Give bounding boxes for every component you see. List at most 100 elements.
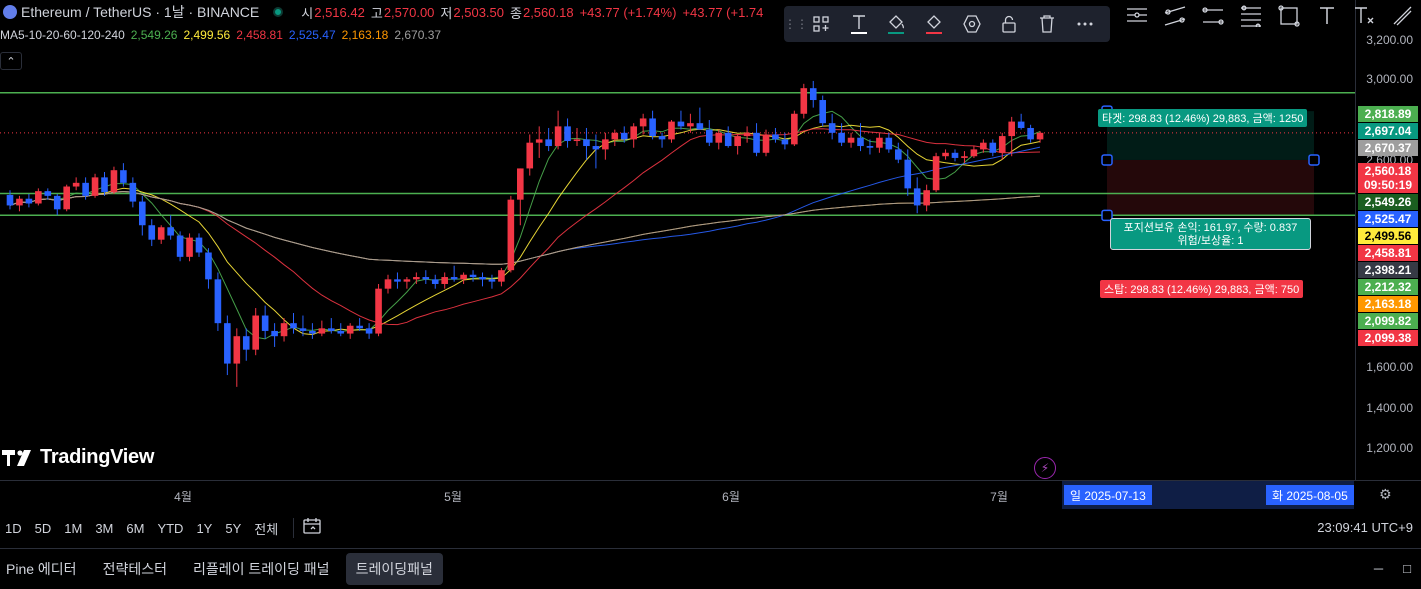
candle-body <box>403 279 411 282</box>
candle-body <box>564 126 571 142</box>
price-label-ma5: 2,549.26 <box>1358 194 1418 210</box>
high-label: 고 <box>370 5 383 21</box>
candle-body <box>337 330 345 334</box>
price-label-ma20: 2,458.81 <box>1358 245 1418 261</box>
range-lines-icon[interactable] <box>1194 4 1232 28</box>
candle-body <box>857 137 864 147</box>
candle-body <box>233 336 241 364</box>
tab-trading-panel[interactable]: 트레이딩패널 <box>345 553 443 585</box>
tab-pine-editor[interactable]: Pine 에디터 <box>0 553 87 585</box>
candle-body <box>847 137 855 143</box>
candle-body <box>923 190 930 206</box>
ma60-line <box>9 146 1041 265</box>
candle-body <box>961 156 968 158</box>
candle-body <box>309 330 316 334</box>
candle-body <box>479 277 486 280</box>
candle-body <box>1017 121 1025 128</box>
candle-body <box>261 315 269 331</box>
ma20-value: 2,458.81 <box>236 28 283 42</box>
candle-body <box>82 182 89 196</box>
candle-body <box>620 132 628 140</box>
horizontal-lines-icon[interactable] <box>1118 4 1156 28</box>
minimize-icon[interactable]: ─ <box>1374 561 1383 576</box>
tradingview-logo[interactable]: TradingView <box>2 446 154 469</box>
candle-body <box>431 279 439 284</box>
ma-legend[interactable]: MA5-10-20-60-120-240 2,549.26 2,499.56 2… <box>0 28 441 42</box>
period-5y-button[interactable]: 5Y <box>219 521 248 536</box>
tab-replay-trading[interactable]: 리플레이 트레이딩 패널 <box>183 553 340 585</box>
candle-body <box>44 191 52 196</box>
ethereum-logo-icon <box>3 5 17 19</box>
collapse-legend-button[interactable]: ⌃ <box>0 52 22 70</box>
candle-body <box>242 336 250 350</box>
candle-body <box>195 237 203 253</box>
month-label: 7월 <box>990 490 1008 504</box>
low-value: 2,503.50 <box>453 4 504 20</box>
drawing-toolbar[interactable]: ⋮⋮ <box>784 6 1110 42</box>
candle-body <box>535 139 543 143</box>
text-note-icon[interactable] <box>1346 4 1384 28</box>
price-label-stop: 2,099.38 <box>1358 330 1418 346</box>
candle-body <box>876 137 883 148</box>
symbol-title[interactable]: Ethereum / TetherUS · 1날 · BINANCE <box>21 2 259 22</box>
gear-icon[interactable]: ⚙ <box>1379 486 1392 503</box>
calendar-icon[interactable] <box>302 517 322 540</box>
candle-body <box>450 277 458 280</box>
ma120-value: 2,163.18 <box>341 28 389 42</box>
price-scale[interactable]: 3,200.00 3,000.00 2,600.00 1,600.00 1,40… <box>1355 0 1421 480</box>
line-color-icon[interactable] <box>915 6 953 42</box>
drag-handle-icon[interactable]: ⋮⋮ <box>784 17 808 31</box>
utc-clock[interactable]: 23:09:41 UTC+9 <box>1317 520 1413 535</box>
text-tool-icon[interactable] <box>1308 4 1346 28</box>
fib-retracement-icon[interactable] <box>1232 4 1270 28</box>
candle-body <box>762 134 770 153</box>
rectangle-icon[interactable] <box>1270 4 1308 28</box>
delete-icon[interactable] <box>1028 6 1066 42</box>
range-end-label: 화 2025-08-05 <box>1266 485 1354 505</box>
period-1m-button[interactable]: 1M <box>58 521 89 536</box>
layout-icon[interactable] <box>802 6 840 42</box>
chart-pane[interactable]: Ethereum / TetherUS · 1날 · BINANCE 시 2,51… <box>0 0 1355 480</box>
period-all-button[interactable]: 전체 <box>248 519 285 538</box>
period-ytd-button[interactable]: YTD <box>151 521 190 536</box>
candle-body <box>545 139 552 147</box>
bolt-icon[interactable]: ⚡ <box>1034 457 1056 479</box>
candle-body <box>1027 127 1034 140</box>
candle-body <box>1036 132 1044 140</box>
stop-label: 스탑: 298.83 (12.46%) 29,883, 금액: 750 <box>1100 280 1304 298</box>
candle-body <box>498 270 505 282</box>
price-label-countdown: 09:50:19 <box>1358 177 1418 193</box>
candle-body <box>224 323 231 364</box>
period-6m-button[interactable]: 6M <box>120 521 151 536</box>
period-1y-button[interactable]: 1Y <box>190 521 219 536</box>
maximize-icon[interactable]: □ <box>1403 561 1411 576</box>
candle-body <box>989 142 997 153</box>
brush-icon[interactable] <box>1384 4 1421 28</box>
candle-body <box>91 177 99 196</box>
parallel-channel-icon[interactable] <box>1156 4 1194 28</box>
open-value: 2,516.42 <box>314 4 365 20</box>
tradingview-logo-icon <box>2 449 31 466</box>
candle-body <box>167 227 174 236</box>
high-value: 2,570.00 <box>383 4 435 20</box>
divider <box>292 518 294 538</box>
candle-body <box>25 198 33 204</box>
text-icon[interactable] <box>840 6 878 42</box>
candle-body <box>176 235 184 257</box>
more-icon[interactable] <box>1066 6 1104 42</box>
ma60-value: 2,525.47 <box>288 28 336 42</box>
fill-icon[interactable] <box>877 6 915 42</box>
candle-body <box>602 139 609 150</box>
lock-icon[interactable] <box>990 6 1028 42</box>
tab-strategy-tester[interactable]: 전략테스터 <box>93 553 177 585</box>
period-3m-button[interactable]: 3M <box>89 521 120 536</box>
position-handle <box>1308 154 1320 166</box>
period-5d-button[interactable]: 5D <box>28 521 58 536</box>
drawing-tools-strip[interactable] <box>1118 4 1421 28</box>
settings-hex-icon[interactable] <box>953 6 991 42</box>
time-axis[interactable]: 4월 5월 6월 7월 일 2025-07-13 화 2025-08-05 ⚙ <box>0 480 1421 509</box>
ma20-line <box>9 128 1041 326</box>
period-1d-button[interactable]: 1D <box>0 521 28 536</box>
candle-body <box>819 100 826 124</box>
price-label-target-zone: 2,697.04 <box>1358 123 1418 139</box>
